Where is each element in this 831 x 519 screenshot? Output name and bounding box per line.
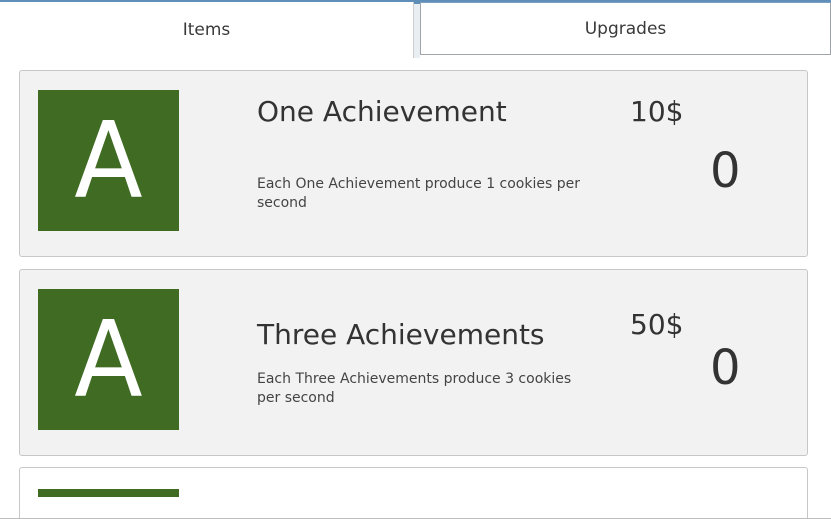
achievement-a-icon: A xyxy=(38,289,179,430)
items-panel: A One Achievement Each One Achievement p… xyxy=(0,58,831,519)
item-count: 0 xyxy=(710,340,741,396)
tab-upgrades-label: Upgrades xyxy=(584,18,667,39)
item-title: Three Achievements xyxy=(257,318,545,351)
tab-upgrades[interactable]: Upgrades xyxy=(420,2,831,55)
item-description: Each Three Achievements produce 3 cookie… xyxy=(257,371,572,406)
achievement-thumb-partial-icon xyxy=(38,489,179,497)
tab-items[interactable]: Items xyxy=(0,2,414,58)
item-description: Each One Achievement produce 1 cookies p… xyxy=(257,176,580,211)
item-card-three-achievements[interactable]: A Three Achievements Each Three Achievem… xyxy=(19,269,808,456)
thumb-letter: A xyxy=(74,98,143,222)
item-count: 0 xyxy=(710,143,741,199)
item-price: 10$ xyxy=(630,95,684,128)
tab-bar: Items Upgrades xyxy=(0,2,831,60)
thumb-letter: A xyxy=(74,297,143,421)
item-price: 50$ xyxy=(630,308,684,341)
item-card-one-achievement[interactable]: A One Achievement Each One Achievement p… xyxy=(19,70,808,257)
item-card-partial[interactable] xyxy=(19,467,808,519)
tab-items-label: Items xyxy=(182,20,231,40)
item-title: One Achievement xyxy=(257,95,507,128)
achievement-a-icon: A xyxy=(38,90,179,231)
